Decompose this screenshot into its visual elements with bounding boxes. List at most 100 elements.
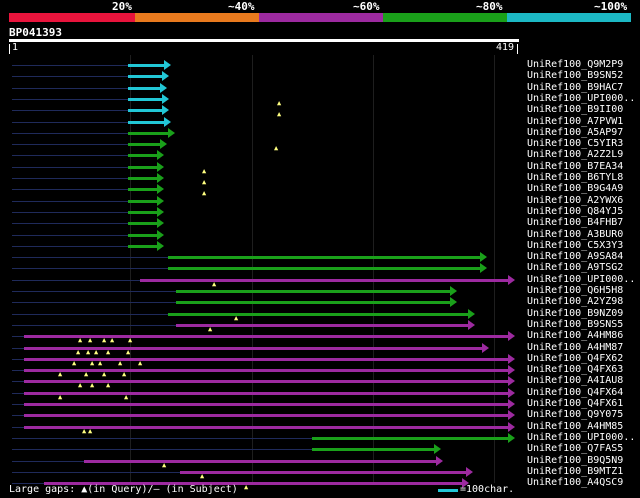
alignment-segment[interactable] (168, 267, 480, 271)
alignment-segment[interactable] (176, 301, 450, 305)
alignment-segment[interactable] (84, 459, 436, 463)
hit-label[interactable]: UniRef100_Q9M2P9 (527, 59, 623, 70)
alignment-segment[interactable] (128, 154, 157, 158)
unaligned-region (12, 415, 24, 417)
hit-label[interactable]: UniRef100_A4IAU8 (527, 375, 623, 386)
hit-label[interactable]: UniRef100_Q4FX61 (527, 398, 623, 409)
alignment-segment[interactable] (128, 165, 157, 169)
alignment-arrow-icon (508, 421, 515, 432)
unaligned-region (12, 257, 168, 259)
alignment-segment[interactable] (128, 131, 168, 135)
alignment-segment[interactable] (24, 414, 508, 418)
hit-label[interactable]: UniRef100_A4QSC9 (527, 477, 623, 488)
query-bar (9, 39, 519, 42)
hit-label[interactable]: UniRef100_A5AP97 (527, 127, 623, 138)
alignment-segment[interactable] (128, 109, 162, 113)
alignment-segment[interactable] (168, 256, 480, 260)
hit-label[interactable]: UniRef100_A4HM87 (527, 342, 623, 353)
hit-label[interactable]: UniRef100_Q4FX64 (527, 387, 623, 398)
hit-label[interactable]: UniRef100_A3BUR0 (527, 229, 623, 240)
alignment-arrow-icon (160, 82, 167, 93)
subject-gap-mark (268, 128, 270, 138)
alignment-segment[interactable] (128, 120, 164, 124)
hit-label[interactable]: UniRef100_A2Z2L9 (527, 149, 623, 160)
hit-label[interactable]: UniRef100_A2YZ98 (527, 296, 623, 307)
alignment-segment[interactable] (312, 436, 508, 440)
alignment-segment[interactable] (24, 335, 508, 339)
query-gap-icon: ▲ (244, 483, 249, 492)
hit-label[interactable]: UniRef100_B6TYL8 (527, 172, 623, 183)
alignment-segment[interactable] (24, 380, 508, 384)
alignment-segment[interactable] (312, 448, 434, 452)
hit-label[interactable]: UniRef100_Q4FX63 (527, 364, 623, 375)
alignment-segment[interactable] (128, 64, 164, 67)
alignment-arrow-icon (157, 173, 164, 183)
alignment-segment[interactable] (24, 425, 508, 429)
unaligned-region (12, 189, 128, 191)
hit-label[interactable]: UniRef100_B4FHB7 (527, 217, 623, 228)
hit-label[interactable]: UniRef100_B7EA34 (527, 161, 623, 172)
hit-label[interactable]: UniRef100_C5X3Y3 (527, 240, 623, 251)
alignment-segment[interactable] (24, 346, 482, 350)
unaligned-region (12, 392, 24, 394)
alignment-segment[interactable] (24, 391, 508, 395)
hit-label[interactable]: UniRef100_UPI000.. (527, 274, 635, 285)
hit-label[interactable]: UniRef100_Q7FAS5 (527, 443, 623, 454)
unaligned-region (12, 211, 128, 213)
unaligned-region (12, 302, 176, 304)
alignment-arrow-icon (450, 286, 457, 296)
alignment-arrow-icon (162, 105, 169, 116)
hit-label[interactable]: UniRef100_A4HM86 (527, 330, 623, 341)
hit-label[interactable]: UniRef100_B9SNS5 (527, 319, 623, 330)
alignment-segment[interactable] (128, 244, 157, 248)
alignment-segment[interactable] (128, 86, 160, 90)
alignment-segment[interactable] (168, 312, 468, 316)
hit-label[interactable]: UniRef100_B9SN52 (527, 70, 623, 81)
hit-label[interactable]: UniRef100_Q84YJ5 (527, 206, 623, 217)
unaligned-region (12, 223, 128, 225)
hit-label[interactable]: UniRef100_A9TSG2 (527, 262, 623, 273)
alignment-arrow-icon (508, 376, 515, 387)
alignment-arrow-icon (157, 184, 164, 195)
hit-label[interactable]: UniRef100_B9Q5N9 (527, 455, 623, 466)
alignment-segment[interactable] (128, 97, 162, 101)
hit-label[interactable]: UniRef100_B9II00 (527, 104, 623, 115)
alignment-segment[interactable] (24, 369, 508, 373)
hit-label[interactable]: UniRef100_Q6H5H8 (527, 285, 623, 296)
alignment-segment[interactable] (140, 278, 508, 282)
hit-label[interactable]: UniRef100_A7PVW1 (527, 116, 623, 127)
unaligned-region (12, 279, 140, 281)
alignment-segment[interactable] (180, 470, 466, 474)
subject-gap-mark (274, 83, 276, 93)
alignment-segment[interactable] (128, 233, 157, 237)
hit-label[interactable]: UniRef100_A9SA84 (527, 251, 623, 262)
hit-label[interactable]: UniRef100_C5YIR3 (527, 138, 623, 149)
hit-label[interactable]: UniRef100_B9MTZ1 (527, 466, 623, 477)
alignment-segment[interactable] (128, 177, 157, 180)
hit-label[interactable]: UniRef100_B9HAC7 (527, 82, 623, 93)
alignment-segment[interactable] (176, 323, 468, 327)
alignment-segment[interactable] (24, 403, 508, 406)
alignment-segment[interactable] (128, 188, 157, 192)
hit-label[interactable]: UniRef100_A4HM85 (527, 421, 623, 432)
alignment-segment[interactable] (128, 210, 157, 214)
alignment-segment[interactable] (128, 199, 157, 203)
alignment-arrow-icon (162, 93, 169, 104)
alignment-arrow-icon (164, 116, 171, 127)
hit-label[interactable]: UniRef100_B9NZ09 (527, 308, 623, 319)
alignment-segment[interactable] (24, 357, 508, 361)
alignment-segment[interactable] (128, 75, 162, 79)
hit-label[interactable]: UniRef100_UPI000.. (527, 432, 635, 443)
alignment-segment[interactable] (128, 143, 160, 147)
alignment-arrow-icon (164, 60, 171, 70)
unaligned-region (12, 381, 24, 383)
alignment-arrow-icon (468, 319, 475, 330)
hit-label[interactable]: UniRef100_B9G4A9 (527, 183, 623, 194)
hit-label[interactable]: UniRef100_A2YWX6 (527, 195, 623, 206)
alignment-arrow-icon (162, 71, 169, 82)
alignment-segment[interactable] (128, 222, 157, 226)
hit-label[interactable]: UniRef100_Q4FX62 (527, 353, 623, 364)
alignment-segment[interactable] (176, 290, 450, 293)
hit-label[interactable]: UniRef100_Q9Y075 (527, 409, 623, 420)
hit-label[interactable]: UniRef100_UPI000.. (527, 93, 635, 104)
